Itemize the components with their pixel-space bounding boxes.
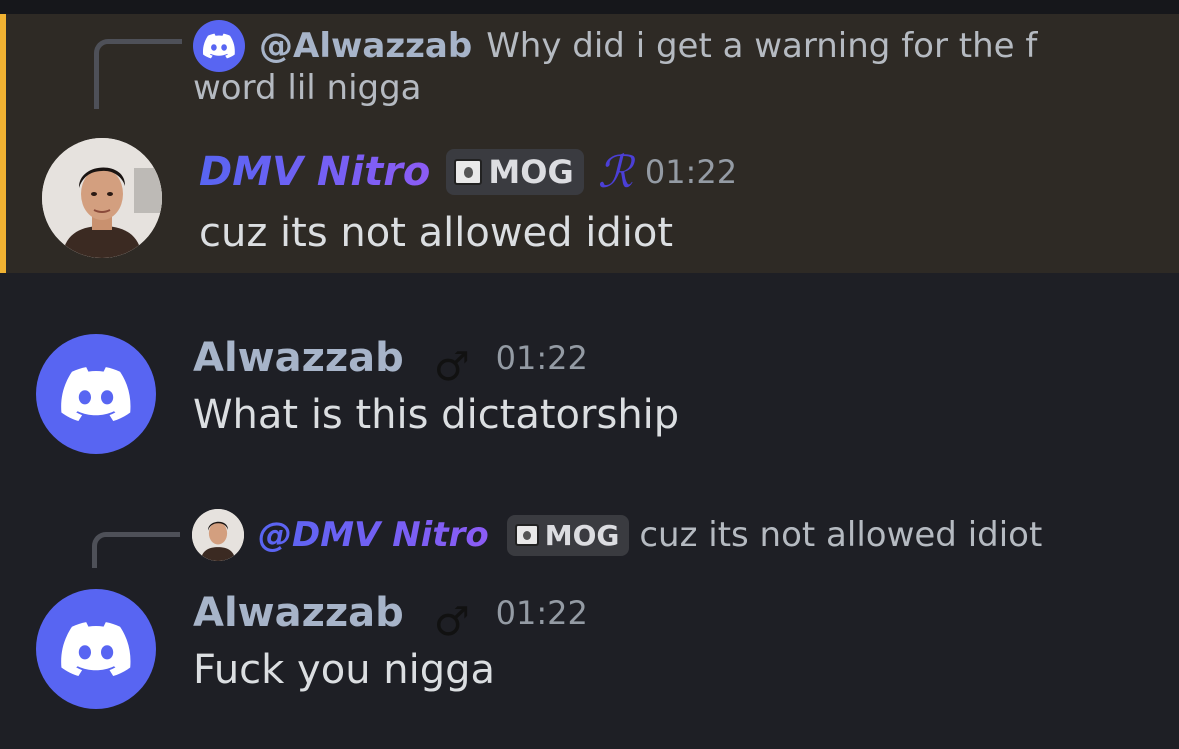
message-header: Alwazzab ♂ 01:22 xyxy=(193,330,588,390)
reply-avatar xyxy=(193,20,245,72)
discord-logo-icon xyxy=(202,33,235,59)
author-name[interactable]: DMV Nitro xyxy=(199,149,430,195)
mog-tag-icon xyxy=(454,159,483,185)
reply-avatar xyxy=(192,509,244,561)
reply-text: Why did i get a warning for the f xyxy=(486,26,1038,66)
server-tag[interactable]: MOG xyxy=(506,514,630,556)
timestamp[interactable]: 01:22 xyxy=(645,153,737,191)
script-r-icon[interactable]: ℛ xyxy=(598,147,633,198)
author-name[interactable]: Alwazzab xyxy=(193,590,404,636)
message-header: Alwazzab ♂ 01:22 xyxy=(193,585,588,645)
reply-connector xyxy=(94,39,182,109)
reply-preview[interactable]: @Alwazzab Why did i get a warning for th… xyxy=(193,20,1073,108)
message[interactable]: @DMV Nitro MOG cuz its not allowed idiot… xyxy=(0,505,1179,735)
message-highlighted[interactable]: @Alwazzab Why did i get a warning for th… xyxy=(0,14,1179,273)
reply-author[interactable]: @Alwazzab xyxy=(259,26,472,66)
profile-photo xyxy=(192,509,244,561)
mog-tag-icon xyxy=(514,524,539,546)
male-symbol-icon: ♂ xyxy=(433,599,470,645)
timestamp[interactable]: 01:22 xyxy=(496,594,588,632)
reply-connector xyxy=(92,532,180,568)
timestamp[interactable]: 01:22 xyxy=(496,339,588,377)
discord-logo-icon xyxy=(61,622,131,677)
avatar[interactable] xyxy=(36,589,156,709)
profile-photo xyxy=(42,138,162,258)
message-content: Fuck you nigga xyxy=(193,647,496,693)
message-content: What is this dictatorship xyxy=(193,392,680,438)
male-symbol-icon: ♂ xyxy=(433,344,470,390)
message-header: DMV Nitro MOG ℛ 01:22 xyxy=(199,144,737,200)
avatar[interactable] xyxy=(42,138,162,258)
reply-preview[interactable]: @DMV Nitro MOG cuz its not allowed idiot xyxy=(192,509,1042,561)
server-tag[interactable]: MOG xyxy=(446,149,584,195)
discord-logo-icon xyxy=(61,367,131,422)
avatar[interactable] xyxy=(36,334,156,454)
reply-author[interactable]: @DMV Nitro xyxy=(258,515,489,555)
author-name[interactable]: Alwazzab xyxy=(193,335,404,381)
top-strip xyxy=(0,0,1179,14)
reply-text: cuz its not allowed idiot xyxy=(639,515,1043,555)
tag-label: MOG xyxy=(488,153,574,191)
message[interactable]: Alwazzab ♂ 01:22 What is this dictatorsh… xyxy=(0,310,1179,460)
message-content: cuz its not allowed idiot xyxy=(199,210,674,256)
tag-label: MOG xyxy=(544,518,620,552)
reply-text-wrap: word lil nigga xyxy=(193,68,422,108)
